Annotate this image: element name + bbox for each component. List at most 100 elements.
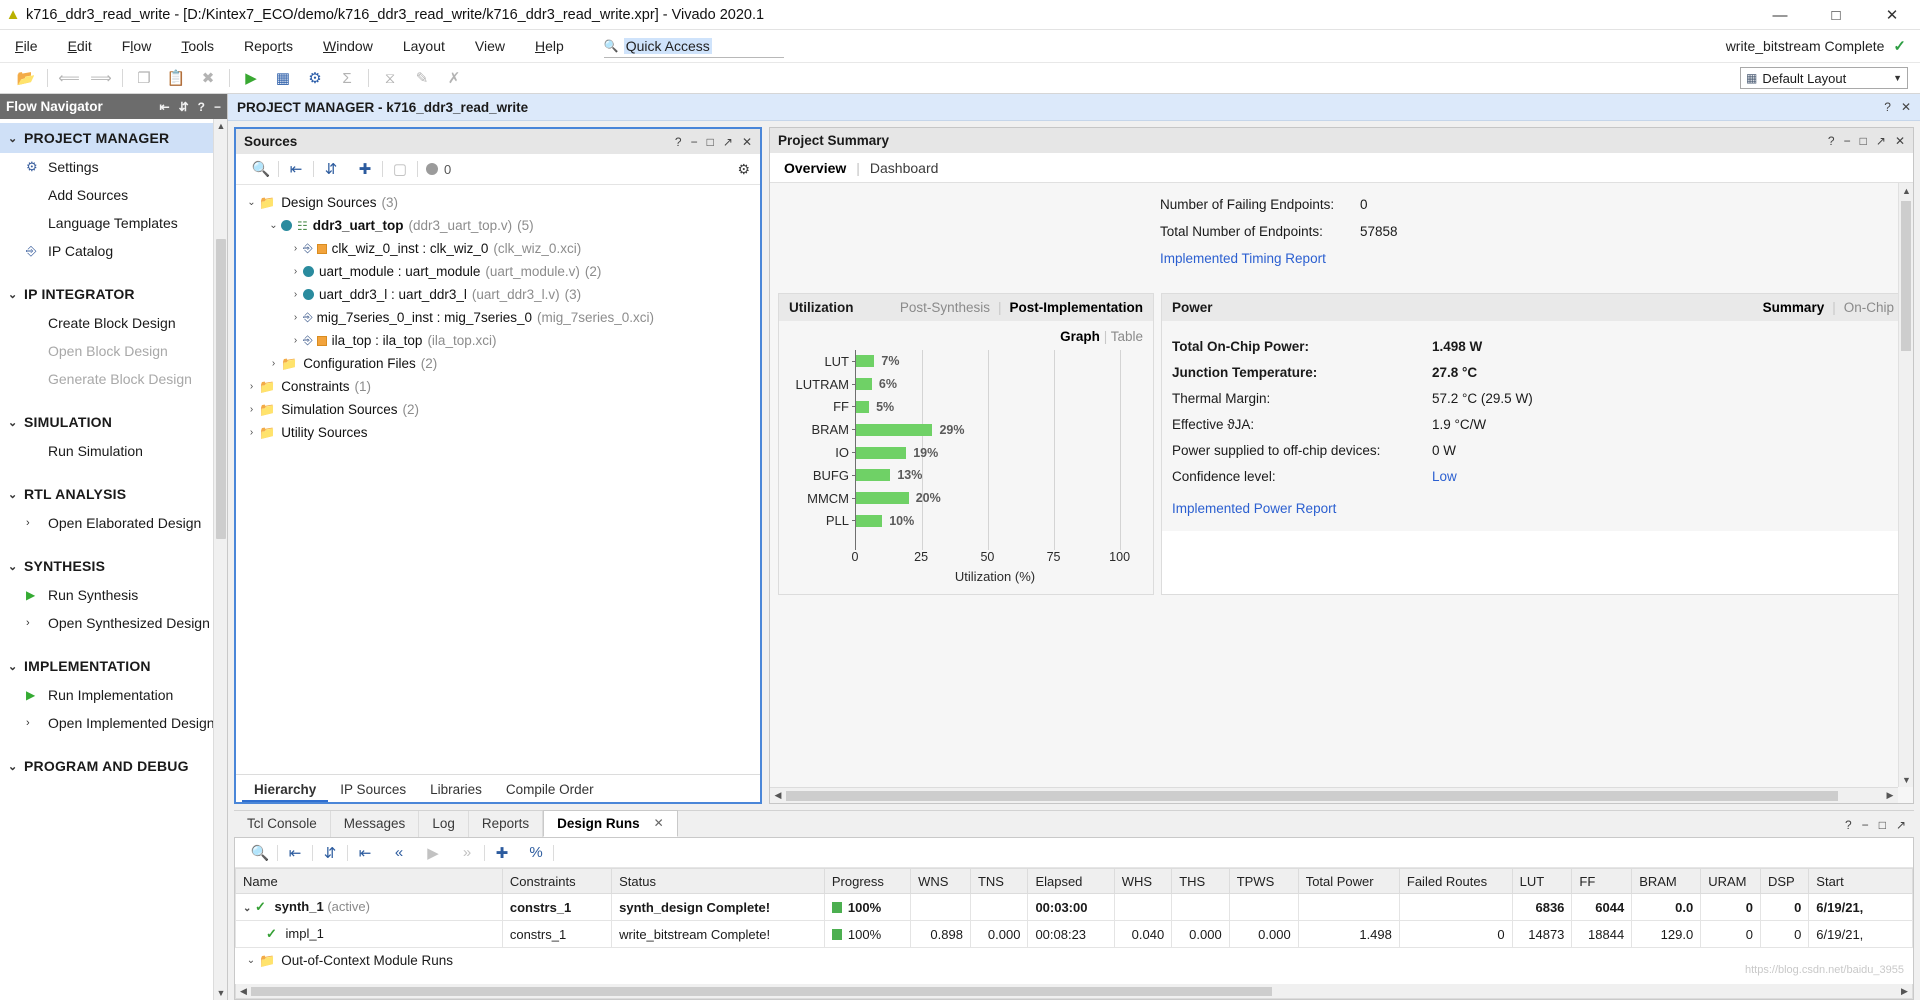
minimize-icon[interactable]: − — [1862, 818, 1869, 832]
tab-design-runs[interactable]: Design Runs ✕ — [543, 810, 678, 837]
col-wns[interactable]: WNS — [910, 868, 971, 894]
chevron-right-icon[interactable]: › — [244, 404, 259, 415]
tab-libraries[interactable]: Libraries — [418, 778, 494, 802]
tree-row[interactable]: › ⎆ ila_top : ila_top (ila_top.xci) — [236, 329, 760, 352]
tree-row[interactable]: › ⎆ clk_wiz_0_inst : clk_wiz_0 (clk_wiz_… — [236, 237, 760, 260]
open-project-icon[interactable]: 📂 — [10, 65, 42, 91]
scroll-up-icon[interactable]: ▲ — [214, 119, 228, 133]
nav-item-create-block-design[interactable]: Create Block Design — [0, 309, 227, 337]
copy-icon[interactable]: ❐ — [128, 65, 160, 91]
help-icon[interactable]: ? — [1884, 100, 1891, 114]
expand-all-icon[interactable]: ⇵ — [314, 160, 348, 178]
scrollbar-track[interactable] — [251, 986, 1897, 996]
col-tpws[interactable]: TPWS — [1228, 868, 1299, 894]
tree-row[interactable]: › 📁 Configuration Files (2) — [236, 352, 760, 375]
menu-flow[interactable]: Flow — [107, 30, 167, 63]
maximize-icon[interactable]: □ — [1860, 134, 1867, 148]
tree-row[interactable]: › 📁 Simulation Sources (2) — [236, 398, 760, 421]
col-lut[interactable]: LUT — [1511, 868, 1573, 894]
nav-item-ip-catalog[interactable]: ⎆ IP Catalog — [0, 237, 227, 265]
first-icon[interactable]: ⇤ — [348, 844, 382, 862]
collapse-all-icon[interactable]: ⇤ — [279, 160, 313, 178]
settings-icon[interactable]: ⚙ — [299, 65, 331, 91]
col-total-power[interactable]: Total Power — [1297, 868, 1400, 894]
nav-item-run-simulation[interactable]: Run Simulation — [0, 437, 227, 465]
next-icon[interactable]: » — [450, 844, 484, 861]
scroll-left-icon[interactable]: ◀ — [770, 790, 786, 801]
chevron-right-icon[interactable]: › — [288, 266, 303, 277]
col-ths[interactable]: THS — [1171, 868, 1230, 894]
col-progress[interactable]: Progress — [823, 868, 912, 894]
scroll-up-icon[interactable]: ▲ — [1899, 183, 1913, 198]
out-of-context-runs-row[interactable]: ⌄ 📁 Out-of-Context Module Runs — [235, 948, 1913, 973]
nav-item-run-synthesis[interactable]: ▶ Run Synthesis — [0, 581, 227, 609]
sum-icon[interactable]: Σ — [331, 65, 363, 91]
implemented-power-report-link[interactable]: Implemented Power Report — [1172, 501, 1336, 516]
marker-icon[interactable]: ✗ — [438, 65, 470, 91]
col-dsp[interactable]: DSP — [1759, 868, 1810, 894]
help-icon[interactable]: ? — [1828, 134, 1835, 148]
timing-icon[interactable]: ⧖ — [374, 65, 406, 91]
prev-icon[interactable]: « — [382, 844, 416, 861]
nav-item-language-templates[interactable]: Language Templates — [0, 209, 227, 237]
gear-icon[interactable]: ⚙ — [737, 161, 750, 178]
nav-item-run-implementation[interactable]: ▶ Run Implementation — [0, 681, 227, 709]
mode-post-synthesis[interactable]: Post-Synthesis — [900, 300, 990, 315]
tab-hierarchy[interactable]: Hierarchy — [242, 778, 329, 802]
expand-all-icon[interactable]: ⇵ — [179, 100, 189, 114]
tab-dashboard[interactable]: Dashboard — [870, 160, 939, 176]
scrollbar-thumb[interactable] — [1901, 201, 1911, 351]
run-name-cell[interactable]: ✓ impl_1 — [235, 920, 503, 948]
menu-view[interactable]: View — [460, 30, 520, 63]
nav-section-simulation[interactable]: ⌄ SIMULATION — [0, 407, 227, 437]
scrollbar-thumb[interactable] — [216, 239, 226, 539]
collapse-all-icon[interactable]: ⇤ — [160, 100, 170, 114]
col-elapsed[interactable]: Elapsed — [1027, 868, 1115, 894]
nav-item-settings[interactable]: ⚙ Settings — [0, 153, 227, 181]
col-uram[interactable]: URAM — [1700, 868, 1761, 894]
close-icon[interactable]: ✕ — [1901, 100, 1911, 114]
nav-section-synthesis[interactable]: ⌄ SYNTHESIS — [0, 551, 227, 581]
mode-post-implementation[interactable]: Post-Implementation — [1009, 300, 1143, 315]
help-icon[interactable]: ? — [1845, 818, 1852, 832]
chevron-down-icon[interactable]: ⌄ — [243, 903, 251, 914]
design-runs-horizontal-scrollbar[interactable]: ◀ ▶ — [235, 984, 1913, 999]
redo-icon[interactable]: ⟹ — [85, 65, 117, 91]
add-icon[interactable]: ✚ — [485, 844, 519, 862]
col-tns[interactable]: TNS — [969, 868, 1029, 894]
float-icon[interactable]: ↗ — [1876, 134, 1886, 148]
edit-icon[interactable]: ✎ — [406, 65, 438, 91]
summary-horizontal-scrollbar[interactable]: ◀ ▶ — [770, 787, 1898, 803]
scrollbar-track[interactable] — [786, 790, 1882, 801]
minimize-icon[interactable]: − — [1844, 134, 1851, 148]
scroll-down-icon[interactable]: ▼ — [1899, 772, 1913, 787]
menu-help[interactable]: Help — [520, 30, 579, 63]
nav-section-project-manager[interactable]: ⌄ PROJECT MANAGER — [0, 123, 227, 153]
minimize-icon[interactable]: − — [214, 100, 221, 114]
add-sources-icon[interactable]: ✚ — [348, 160, 382, 178]
float-icon[interactable]: ↗ — [723, 135, 733, 149]
summary-vertical-scrollbar[interactable]: ▲ ▼ — [1898, 183, 1913, 787]
col-ff[interactable]: FF — [1571, 868, 1633, 894]
help-icon[interactable]: ? — [675, 135, 682, 149]
tree-row[interactable]: › 📁 Constraints (1) — [236, 375, 760, 398]
scrollbar-thumb[interactable] — [251, 986, 1272, 996]
implemented-timing-report-link[interactable]: Implemented Timing Report — [1160, 251, 1326, 266]
chevron-right-icon[interactable]: › — [266, 358, 281, 369]
nav-section-ip-integrator[interactable]: ⌄ IP INTEGRATOR — [0, 279, 227, 309]
undo-icon[interactable]: ⟸ — [53, 65, 85, 91]
delete-icon[interactable]: ✖ — [192, 65, 224, 91]
tab-ip-sources[interactable]: IP Sources — [328, 778, 418, 802]
menu-layout[interactable]: Layout — [388, 30, 460, 63]
nav-section-implementation[interactable]: ⌄ IMPLEMENTATION — [0, 651, 227, 681]
power-view-summary[interactable]: Summary — [1763, 300, 1825, 315]
chevron-right-icon[interactable]: › — [288, 289, 303, 300]
search-icon[interactable]: 🔍 — [243, 844, 277, 862]
expand-all-icon[interactable]: ⇵ — [313, 844, 347, 862]
confidence-level-value[interactable]: Low — [1432, 469, 1457, 484]
view-table[interactable]: Table — [1111, 329, 1143, 344]
tab-compile-order[interactable]: Compile Order — [494, 778, 606, 802]
scroll-right-icon[interactable]: ▶ — [1897, 986, 1912, 997]
report-icon[interactable]: ▦ — [267, 65, 299, 91]
close-icon[interactable]: ✕ — [654, 810, 664, 837]
